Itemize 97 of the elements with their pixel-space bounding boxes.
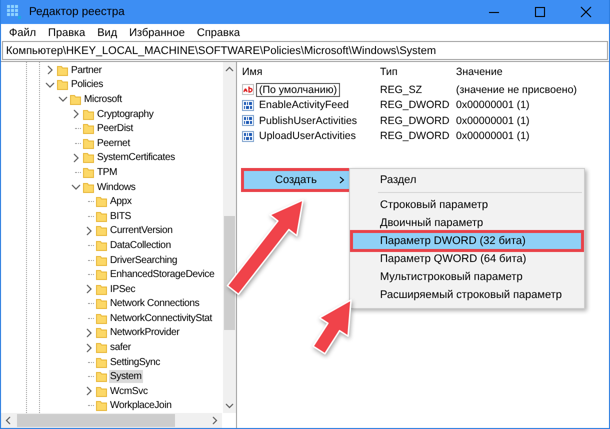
folder-icon bbox=[96, 196, 107, 208]
folder-icon bbox=[83, 182, 94, 193]
folder-icon bbox=[83, 152, 94, 164]
value-type: REG_SZ bbox=[379, 82, 424, 98]
value-data: 0x00000001 (1) bbox=[455, 114, 531, 128]
tree-item[interactable]: Network Connections bbox=[109, 297, 200, 310]
menu-item[interactable]: Мультистроковый параметр bbox=[352, 268, 582, 286]
menu-item[interactable]: Параметр DWORD (32 бита) bbox=[352, 232, 582, 250]
value-name[interactable]: PublishUserActivities bbox=[256, 114, 360, 128]
folder-icon bbox=[83, 166, 94, 178]
tree-item[interactable]: TPM bbox=[96, 166, 118, 179]
expand-chevron-icon[interactable] bbox=[84, 386, 94, 396]
tree-item[interactable]: CurrentVersion bbox=[109, 224, 174, 238]
collapse-chevron-icon[interactable] bbox=[45, 80, 55, 90]
tree-item[interactable]: EnhancedStorageDevice bbox=[109, 268, 216, 282]
binary-value-icon bbox=[242, 130, 254, 142]
expand-chevron-icon[interactable] bbox=[84, 328, 94, 338]
tree-item[interactable]: IPSec bbox=[109, 282, 136, 296]
folder-icon bbox=[70, 94, 81, 105]
folder-icon bbox=[96, 386, 107, 397]
folder-icon bbox=[83, 138, 94, 149]
registry-editor-icon bbox=[7, 5, 21, 19]
string-value-icon bbox=[242, 84, 254, 96]
folder-icon bbox=[96, 210, 107, 222]
menu-item[interactable]: Раздел bbox=[352, 171, 582, 189]
folder-icon bbox=[96, 327, 107, 338]
tree-item[interactable]: Partner bbox=[70, 64, 103, 77]
value-type: REG_DWORD bbox=[379, 98, 450, 113]
folder-icon bbox=[96, 356, 107, 368]
vertical-scrollbar[interactable] bbox=[223, 62, 236, 413]
menu-item[interactable]: Вид bbox=[91, 26, 124, 38]
collapse-chevron-icon[interactable] bbox=[58, 94, 68, 104]
folder-icon bbox=[96, 225, 107, 236]
expand-chevron-icon[interactable] bbox=[84, 342, 94, 353]
folder-icon bbox=[96, 254, 107, 266]
tree-item[interactable]: System bbox=[109, 370, 143, 384]
value-name[interactable]: (По умолчанию) bbox=[256, 82, 340, 97]
expand-chevron-icon[interactable] bbox=[71, 109, 81, 120]
column-header[interactable]: Имя bbox=[240, 62, 378, 82]
menu-item[interactable]: Параметр QWORD (64 бита) bbox=[352, 250, 582, 268]
value-type: REG_DWORD bbox=[379, 114, 450, 128]
submenu-chevron-icon bbox=[339, 176, 345, 184]
expand-chevron-icon[interactable] bbox=[84, 226, 94, 236]
tree-item[interactable]: safer bbox=[109, 341, 132, 354]
horizontal-scrollbar[interactable] bbox=[1, 413, 222, 428]
tree-item[interactable]: WorkplaceJoin bbox=[109, 399, 173, 412]
value-name[interactable]: EnableActivityFeed bbox=[256, 98, 352, 112]
expand-chevron-icon[interactable] bbox=[84, 284, 94, 294]
binary-value-icon bbox=[242, 100, 254, 111]
folder-icon bbox=[96, 371, 107, 382]
folder-icon bbox=[96, 284, 107, 295]
tree-item[interactable]: Windows bbox=[96, 180, 136, 194]
folder-icon bbox=[57, 79, 68, 90]
tree-item[interactable]: Cryptography bbox=[96, 108, 154, 121]
tree-item[interactable]: Peernet bbox=[96, 136, 131, 150]
folder-icon bbox=[83, 123, 94, 134]
tree-item[interactable]: SystemCertificates bbox=[96, 151, 176, 164]
tree-item[interactable]: BITS bbox=[109, 210, 132, 223]
folder-icon bbox=[57, 64, 68, 76]
folder-icon bbox=[96, 240, 107, 251]
address-bar[interactable]: Компьютер\HKEY_LOCAL_MACHINE\SOFTWARE\Policies\Microsoft\Windows\System bbox=[2, 41, 608, 60]
value-data: 0x00000001 (1) bbox=[455, 129, 531, 144]
value-data: 0x00000001 (1) bbox=[455, 98, 531, 113]
menu-item[interactable]: Строковый параметр bbox=[352, 196, 582, 214]
value-type: REG_DWORD bbox=[379, 129, 450, 144]
menu-item[interactable]: Избранное bbox=[123, 26, 191, 38]
tree-item[interactable]: NetworkConnectivityStat bbox=[109, 312, 214, 325]
window-title: Редактор реестра bbox=[29, 6, 126, 18]
column-header[interactable]: Тип bbox=[378, 62, 454, 82]
menu-item[interactable]: Двоичный параметр bbox=[352, 214, 582, 232]
tree-item[interactable]: PeerDist bbox=[96, 122, 134, 136]
tree-item[interactable]: WcmSvc bbox=[109, 384, 149, 398]
expand-chevron-icon[interactable] bbox=[71, 152, 81, 163]
menu-item[interactable]: Правка bbox=[42, 26, 92, 38]
binary-value-icon bbox=[242, 115, 254, 126]
value-data: (значение не присвоено) bbox=[455, 82, 578, 98]
tree-item[interactable]: NetworkProvider bbox=[109, 326, 180, 340]
expand-chevron-icon[interactable] bbox=[45, 65, 55, 76]
folder-icon bbox=[83, 108, 94, 120]
folder-icon bbox=[96, 312, 107, 324]
collapse-chevron-icon[interactable] bbox=[71, 182, 81, 192]
tree-item[interactable]: DriverSearching bbox=[109, 254, 178, 267]
tree-item[interactable]: Policies bbox=[70, 78, 104, 92]
folder-icon bbox=[96, 298, 107, 310]
tree-item[interactable]: Appx bbox=[109, 195, 133, 208]
tree-item[interactable]: SettingSync bbox=[109, 356, 162, 369]
tree-item[interactable]: DataCollection bbox=[109, 238, 172, 252]
value-name[interactable]: UploadUserActivities bbox=[256, 129, 359, 144]
pointer-arrow bbox=[312, 299, 352, 355]
folder-icon bbox=[96, 342, 107, 354]
menu-item[interactable]: Справка bbox=[190, 26, 246, 38]
column-header[interactable]: Значение bbox=[454, 62, 609, 82]
tree-item[interactable]: Microsoft bbox=[83, 92, 123, 106]
menu-item[interactable]: Расширяемый строковый параметр bbox=[352, 286, 582, 304]
menu-item[interactable]: Файл bbox=[3, 26, 42, 38]
folder-icon bbox=[96, 269, 107, 280]
folder-icon bbox=[96, 400, 107, 412]
